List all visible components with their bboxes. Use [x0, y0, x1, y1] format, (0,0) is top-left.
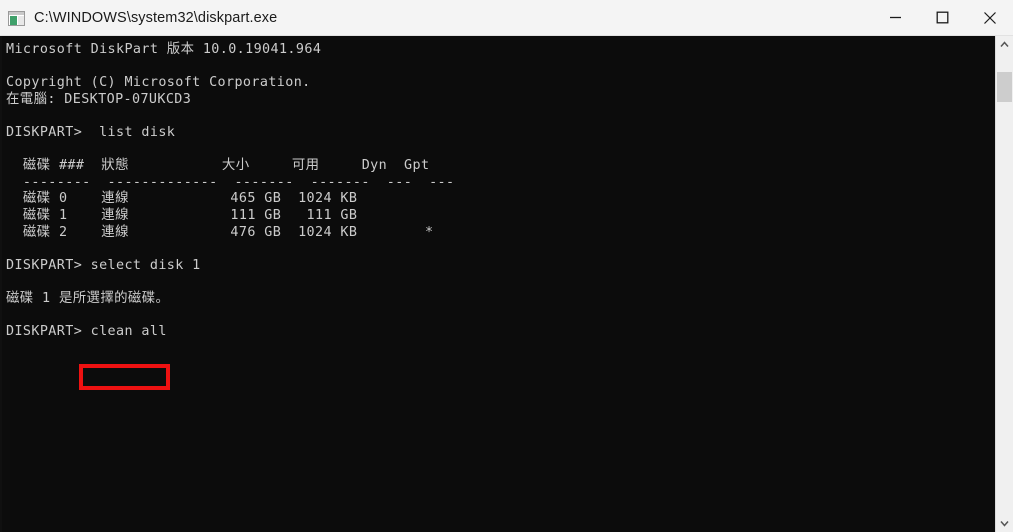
scrollbar-thumb[interactable] [997, 72, 1012, 102]
diskpart-console-window: C:\WINDOWS\system32\diskpart.exe Microso… [0, 0, 1013, 532]
title-bar[interactable]: C:\WINDOWS\system32\diskpart.exe [0, 0, 1013, 36]
icon-light-pane [18, 15, 24, 25]
maximize-icon [936, 11, 949, 24]
console-window-icon [8, 10, 25, 26]
minimize-icon [890, 16, 901, 19]
chevron-up-icon [1000, 41, 1009, 47]
maximize-button[interactable] [919, 0, 966, 35]
window-title: C:\WINDOWS\system32\diskpart.exe [34, 10, 278, 26]
icon-green-pane [10, 15, 17, 25]
clean-all-highlight-box [79, 364, 170, 390]
window-controls [872, 0, 1013, 35]
scrollbar-track[interactable] [996, 53, 1013, 515]
icon-titlebar-stripe [9, 11, 24, 15]
close-icon [983, 11, 996, 24]
minimize-button[interactable] [872, 0, 919, 35]
vertical-scrollbar[interactable] [995, 36, 1013, 532]
scroll-down-button[interactable] [996, 515, 1013, 532]
scroll-up-button[interactable] [996, 36, 1013, 53]
console-text: Microsoft DiskPart 版本 10.0.19041.964 Cop… [6, 42, 455, 340]
close-button[interactable] [966, 0, 1013, 35]
title-bar-left: C:\WINDOWS\system32\diskpart.exe [8, 0, 277, 36]
chevron-down-icon [1000, 521, 1009, 527]
console-output-area[interactable]: Microsoft DiskPart 版本 10.0.19041.964 Cop… [0, 36, 995, 532]
